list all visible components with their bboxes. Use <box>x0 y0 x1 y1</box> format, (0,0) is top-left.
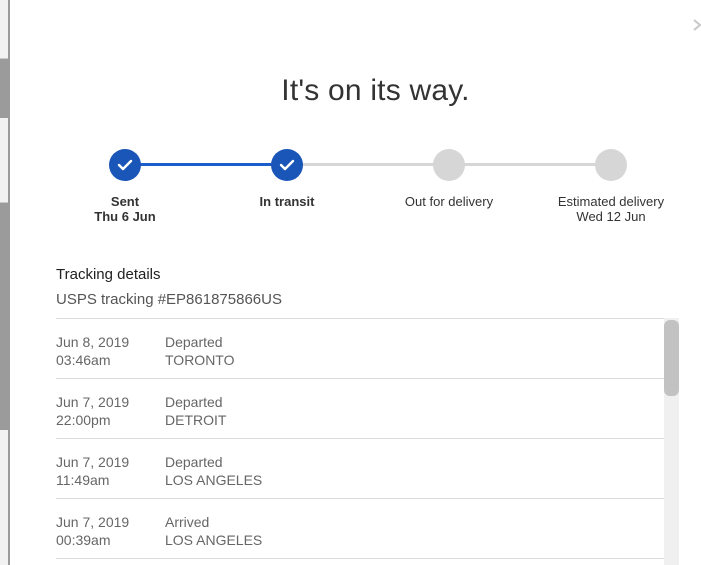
tracking-number: USPS tracking #EP861875866US <box>56 291 282 308</box>
background-fragment <box>0 118 8 203</box>
step-dot-estimated-delivery <box>595 149 627 181</box>
event-datetime: Jun 8, 2019 03:46am <box>56 333 129 369</box>
event-date: Jun 7, 2019 <box>56 394 130 410</box>
event-info: Departed LOS ANGELES <box>165 453 262 489</box>
step-label-estimated-delivery: Estimated delivery Wed 12 Jun <box>531 194 691 224</box>
step-label-out-for-delivery: Out for delivery <box>369 194 529 209</box>
step-title: Out for delivery <box>404 194 494 209</box>
step-date: Thu 6 Jun <box>94 209 156 224</box>
tracking-event-row: Jun 7, 2019 22:00pm Departed DETROIT <box>56 379 664 439</box>
event-info: Departed DETROIT <box>165 393 226 429</box>
event-location: LOS ANGELES <box>165 532 263 548</box>
tracking-modal: It's on its way. Sent Thu 6 Jun In trans… <box>10 0 701 565</box>
event-time: 11:49am <box>56 472 110 488</box>
event-info: Departed TORONTO <box>165 333 235 369</box>
progress-line-complete <box>125 163 287 166</box>
check-icon <box>117 159 133 171</box>
tracking-details-heading: Tracking details <box>56 266 161 283</box>
step-label-in-transit: In transit <box>207 194 367 209</box>
event-date: Jun 8, 2019 <box>56 334 130 350</box>
step-title: In transit <box>259 194 315 209</box>
event-status: Departed <box>165 454 223 470</box>
progress-tracker: Sent Thu 6 Jun In transit Out for delive… <box>10 0 701 240</box>
step-title: Sent <box>110 194 140 209</box>
tracking-events-list: Jun 8, 2019 03:46am Departed TORONTO Jun… <box>56 318 664 565</box>
event-datetime: Jun 7, 2019 11:49am <box>56 453 129 489</box>
event-status: Departed <box>165 334 223 350</box>
tracking-event-row: Jun 8, 2019 03:46am Departed TORONTO <box>56 319 664 379</box>
event-datetime: Jun 7, 2019 00:39am <box>56 513 129 549</box>
background-fragment <box>0 430 8 565</box>
background-fragment <box>0 0 8 59</box>
event-time: 00:39am <box>56 532 111 548</box>
step-dot-out-for-delivery <box>433 149 465 181</box>
scrollbar[interactable] <box>664 318 679 565</box>
background-page <box>0 0 10 565</box>
event-info: Arrived LOS ANGELES <box>165 513 262 549</box>
event-date: Jun 7, 2019 <box>56 454 130 470</box>
event-time: 03:46am <box>56 352 111 368</box>
step-date: Wed 12 Jun <box>576 209 646 224</box>
event-status: Departed <box>165 394 223 410</box>
step-dot-sent <box>109 149 141 181</box>
scrollbar-thumb[interactable] <box>664 320 679 396</box>
event-location: TORONTO <box>165 352 235 368</box>
step-label-sent: Sent Thu 6 Jun <box>45 194 205 224</box>
check-icon <box>279 159 295 171</box>
event-datetime: Jun 7, 2019 22:00pm <box>56 393 129 429</box>
event-date: Jun 7, 2019 <box>56 514 130 530</box>
step-dot-in-transit <box>271 149 303 181</box>
tracking-event-row: Jun 7, 2019 00:39am Arrived LOS ANGELES <box>56 499 664 559</box>
step-title: Estimated delivery <box>557 194 665 209</box>
event-location: DETROIT <box>165 412 227 428</box>
event-status: Arrived <box>165 514 210 530</box>
event-time: 22:00pm <box>56 412 111 428</box>
event-location: LOS ANGELES <box>165 472 263 488</box>
tracking-event-row: Jun 7, 2019 11:49am Departed LOS ANGELES <box>56 439 664 499</box>
